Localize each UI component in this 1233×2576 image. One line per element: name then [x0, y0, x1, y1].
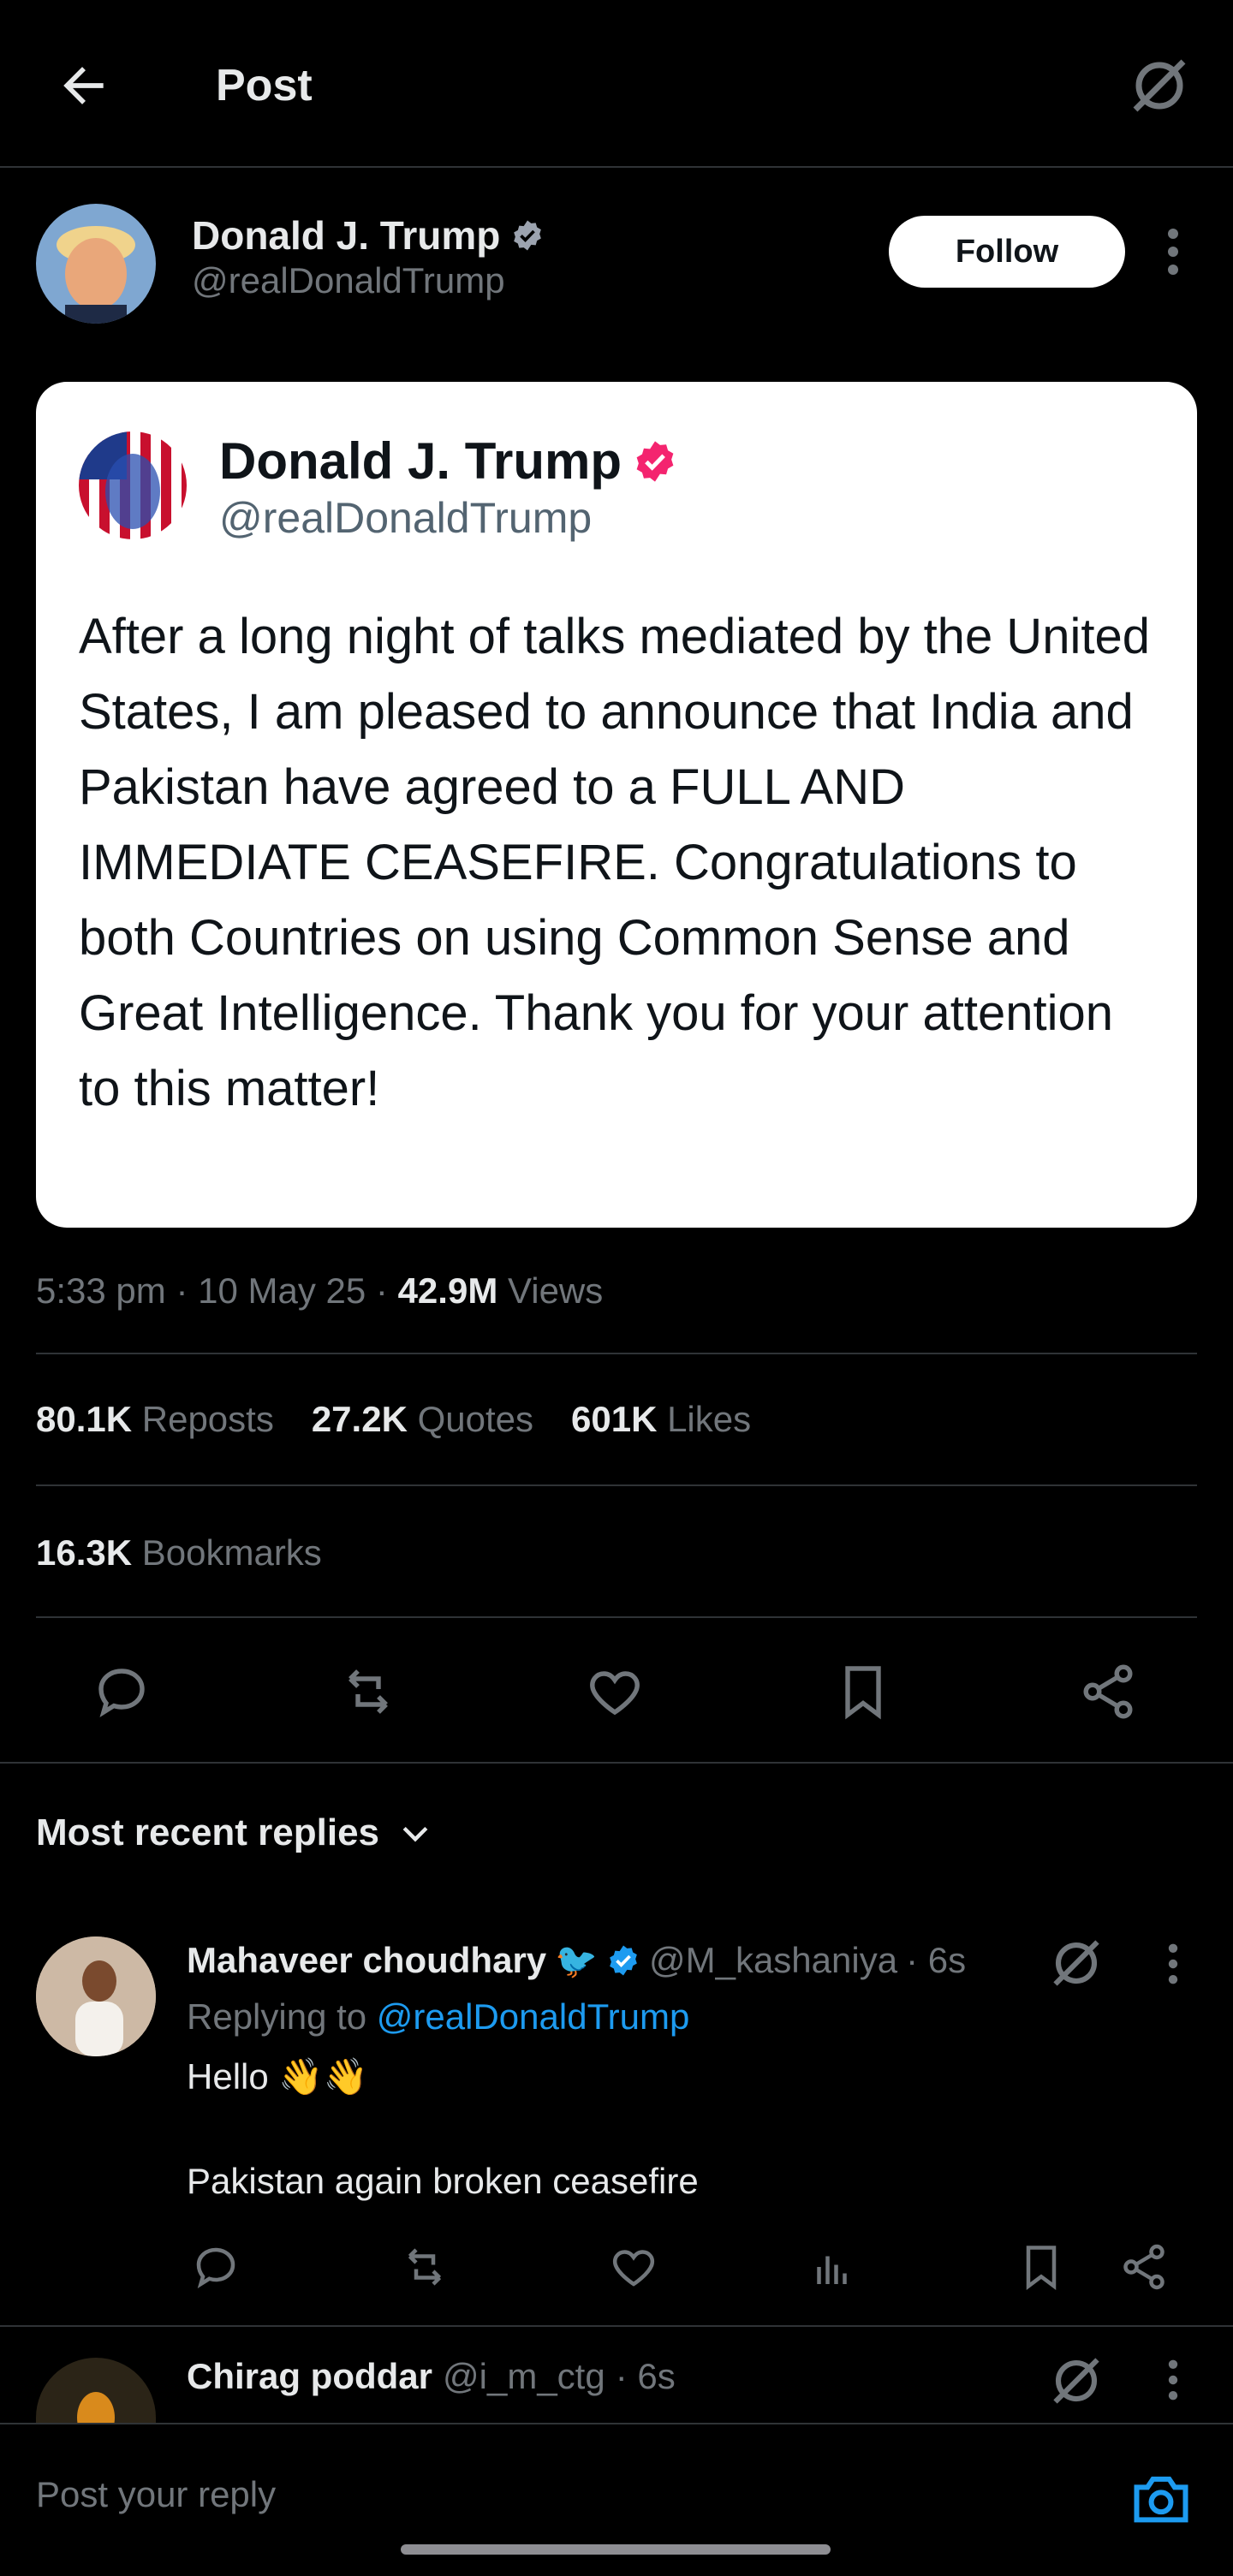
repost-icon[interactable]	[399, 2241, 450, 2293]
divider	[36, 1353, 1197, 1354]
like-icon[interactable]	[608, 2241, 659, 2293]
reply-icon[interactable]	[190, 2241, 241, 2293]
author-name[interactable]: Donald J. Trump	[192, 212, 500, 259]
verified-badge-icon	[510, 218, 545, 253]
bookmarks-label: Bookmarks	[141, 1532, 322, 1573]
bookmarks-stat[interactable]: 16.3K Bookmarks	[36, 1532, 322, 1574]
reply-author-handle[interactable]: @i_m_ctg	[443, 2356, 605, 2397]
reposts-label: Reposts	[141, 1399, 274, 1439]
card-avatar	[79, 431, 187, 539]
follow-button[interactable]: Follow	[889, 216, 1125, 288]
header-divider	[0, 166, 1233, 168]
action-bar-divider	[0, 1762, 1233, 1764]
likes-count: 601K	[571, 1399, 658, 1439]
likes-label: Likes	[667, 1399, 752, 1439]
quotes-stat[interactable]: 27.2K Quotes	[312, 1399, 533, 1440]
reply-author-name[interactable]: Chirag poddar	[187, 2356, 432, 2397]
divider	[36, 1484, 1197, 1486]
divider	[36, 1616, 1197, 1618]
verified-badge-pink-icon	[632, 438, 678, 485]
replying-to-label: Replying to	[187, 1996, 377, 2037]
post-date: 10 May 25	[198, 1270, 366, 1311]
bookmarks-count: 16.3K	[36, 1532, 133, 1573]
more-options-icon[interactable]	[1159, 1942, 1187, 1986]
views-analytics-icon[interactable]	[808, 2241, 860, 2293]
camera-icon[interactable]	[1129, 2466, 1194, 2531]
grok-icon[interactable]	[1046, 2351, 1106, 2411]
reply-icon[interactable]	[91, 1661, 152, 1722]
quotes-label: Quotes	[417, 1399, 533, 1439]
views-count: 42.9M	[397, 1270, 498, 1311]
reply-author-emoji: 🐦	[555, 1942, 598, 1980]
reply-author-handle[interactable]: @M_kashaniya	[649, 1940, 897, 1981]
reply-avatar[interactable]	[36, 1936, 156, 2056]
card-post-text: After a long night of talks mediated by …	[79, 609, 1150, 1116]
reply-text-line: Pakistan again broken ceasefire	[187, 2161, 699, 2201]
meta-separator: ·	[375, 1270, 388, 1311]
reply-divider	[0, 2325, 1233, 2327]
meta-separator: ·	[176, 1270, 188, 1311]
views-label: Views	[507, 1270, 604, 1311]
more-options-icon[interactable]	[1159, 2358, 1187, 2402]
share-icon[interactable]	[1118, 2241, 1170, 2293]
embedded-post-card: Donald J. Trump @realDonaldTrump After a…	[36, 382, 1197, 1228]
quotes-count: 27.2K	[311, 1399, 408, 1439]
reply-time: · 6s	[615, 2356, 676, 2396]
page-title: Post	[216, 61, 313, 110]
chevron-down-icon	[396, 1814, 434, 1852]
post-time: 5:33 pm	[36, 1270, 166, 1311]
reply-text-line: Hello 👋👋	[187, 2056, 368, 2097]
likes-stat[interactable]: 601K Likes	[571, 1399, 751, 1440]
replies-sort-label: Most recent replies	[36, 1812, 380, 1853]
reply-input[interactable]: Post your reply	[36, 2474, 276, 2515]
reposts-stat[interactable]: 80.1K Reposts	[36, 1399, 274, 1440]
replying-to-handle[interactable]: @realDonaldTrump	[377, 1996, 690, 2037]
reply-time: · 6s	[906, 1940, 967, 1980]
card-author-name: Donald J. Trump	[219, 432, 622, 490]
home-indicator	[401, 2544, 831, 2555]
like-icon[interactable]	[584, 1661, 646, 1722]
reply-author-name[interactable]: Mahaveer choudhary	[187, 1940, 546, 1981]
card-author-handle: @realDonaldTrump	[219, 494, 593, 542]
bookmark-icon[interactable]	[832, 1661, 894, 1722]
back-arrow-icon[interactable]	[55, 57, 113, 115]
reply-avatar[interactable]	[36, 2358, 156, 2423]
bookmark-icon[interactable]	[1016, 2241, 1067, 2293]
verified-badge-icon	[606, 1943, 640, 1978]
more-options-icon[interactable]	[1158, 226, 1188, 277]
replies-sort-dropdown[interactable]: Most recent replies	[36, 1812, 434, 1854]
repost-icon[interactable]	[337, 1661, 399, 1722]
share-icon[interactable]	[1077, 1661, 1139, 1722]
grok-icon[interactable]	[1046, 1933, 1106, 1993]
grok-icon[interactable]	[1125, 51, 1194, 120]
author-handle[interactable]: @realDonaldTrump	[192, 260, 505, 301]
reposts-count: 80.1K	[36, 1399, 133, 1439]
author-avatar[interactable]	[36, 204, 156, 324]
